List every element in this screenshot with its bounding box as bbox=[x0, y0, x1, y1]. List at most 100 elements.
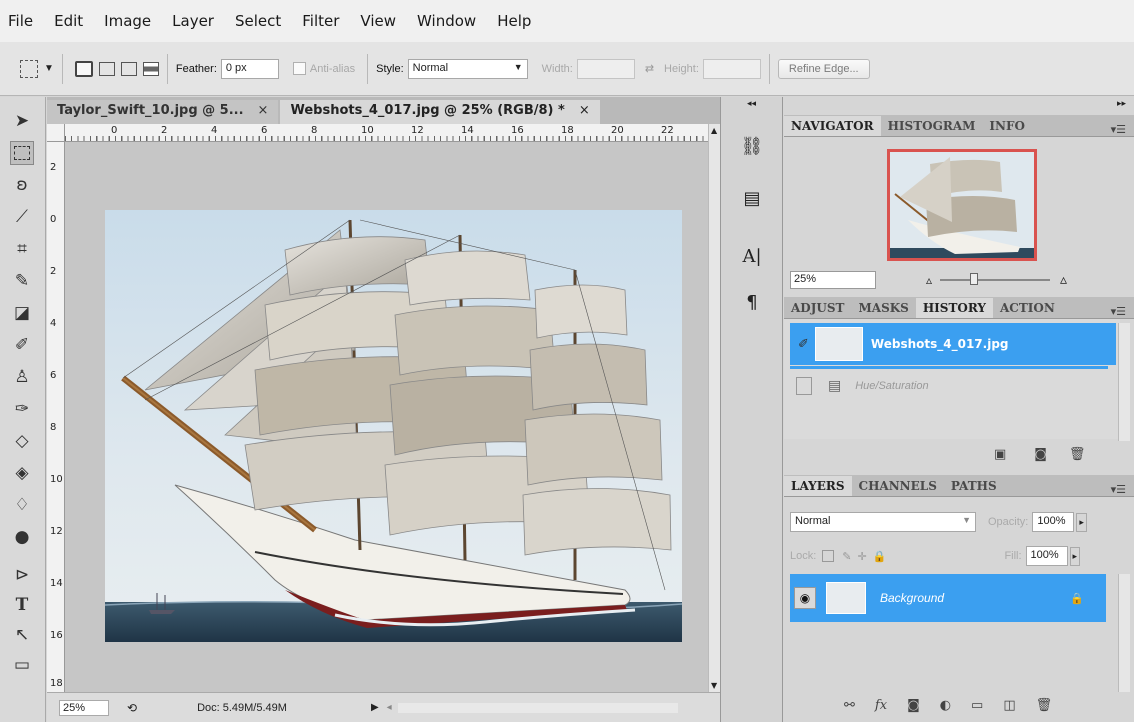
menu-layer[interactable]: Layer bbox=[172, 12, 214, 30]
new-selection-icon[interactable] bbox=[74, 60, 93, 77]
shape-tool-icon[interactable]: ▭ bbox=[10, 653, 34, 677]
fill-slider-arrow-icon[interactable]: ▸ bbox=[1069, 546, 1081, 566]
lasso-tool-icon[interactable]: ʚ bbox=[10, 173, 34, 197]
history-scrollbar[interactable] bbox=[1118, 323, 1130, 441]
lock-all-icon[interactable]: 🔒 bbox=[873, 550, 887, 563]
tab-histogram[interactable]: HISTOGRAM bbox=[881, 116, 983, 136]
tab-navigator[interactable]: NAVIGATOR bbox=[784, 116, 881, 136]
layer-row-background[interactable]: ◉ Background 🔒 bbox=[790, 574, 1106, 622]
canvas-horizontal-scrollbar[interactable] bbox=[397, 702, 678, 713]
navigator-preview[interactable] bbox=[887, 149, 1037, 261]
panel-menu-icon[interactable]: ▾☰ bbox=[1111, 123, 1126, 136]
navigator-zoom-input[interactable]: 25% bbox=[790, 271, 876, 289]
style-select[interactable]: Normal ▼ bbox=[407, 58, 528, 79]
zoom-slider[interactable] bbox=[940, 273, 1051, 285]
link-layers-icon[interactable]: ⚯ bbox=[844, 698, 855, 713]
menu-help[interactable]: Help bbox=[497, 12, 531, 30]
opacity-slider-arrow-icon[interactable]: ▸ bbox=[1076, 512, 1087, 532]
crop-tool-icon[interactable]: ⌗ bbox=[10, 237, 34, 261]
ruler-origin[interactable] bbox=[47, 124, 65, 142]
tab-taylor-swift[interactable]: Taylor_Swift_10.jpg @ 5... × bbox=[47, 100, 279, 124]
subtract-from-selection-icon[interactable] bbox=[120, 61, 137, 76]
new-snapshot-icon[interactable]: ◙ bbox=[1034, 447, 1047, 462]
new-document-from-state-icon[interactable]: ▣ bbox=[994, 447, 1006, 462]
chevron-down-icon[interactable]: ▼ bbox=[44, 63, 54, 74]
height-input[interactable] bbox=[702, 58, 761, 79]
paint-bucket-tool-icon[interactable]: ◈ bbox=[10, 461, 34, 485]
character-icon[interactable]: A| bbox=[739, 243, 765, 269]
tab-webshots[interactable]: Webshots_4_017.jpg @ 25% (RGB/8) * × bbox=[280, 100, 600, 124]
layers-scrollbar[interactable] bbox=[1118, 574, 1130, 692]
history-step[interactable]: ▤ Hue/Saturation bbox=[790, 371, 1116, 401]
blur-tool-icon[interactable]: ♢ bbox=[10, 493, 34, 517]
lock-transparency-icon[interactable] bbox=[822, 550, 835, 562]
tool-presets-icon[interactable]: ⛓ bbox=[739, 133, 765, 159]
layer-comps-icon[interactable]: ▤ bbox=[739, 185, 765, 211]
tab-paths[interactable]: PATHS bbox=[944, 476, 1004, 496]
menu-window[interactable]: Window bbox=[417, 12, 476, 30]
blend-mode-select[interactable]: Normal ▼ bbox=[790, 512, 976, 532]
zoom-slider-thumb[interactable] bbox=[970, 273, 979, 285]
brush-tool-icon[interactable]: ✐ bbox=[10, 333, 34, 357]
clone-stamp-tool-icon[interactable]: ♙ bbox=[10, 365, 34, 389]
tab-adjustments[interactable]: ADJUST bbox=[784, 298, 851, 318]
lock-image-icon[interactable]: ✎ bbox=[842, 550, 851, 563]
history-brush-tool-icon[interactable]: ✑ bbox=[10, 397, 34, 421]
zoom-level[interactable]: 25% bbox=[59, 699, 109, 716]
intersect-selection-icon[interactable] bbox=[142, 61, 159, 76]
tab-info[interactable]: INFO bbox=[982, 116, 1032, 136]
paragraph-icon[interactable]: ¶ bbox=[739, 289, 765, 315]
menu-file[interactable]: File bbox=[8, 12, 33, 30]
menu-edit[interactable]: Edit bbox=[54, 12, 83, 30]
layer-name[interactable]: Background bbox=[880, 591, 944, 605]
close-icon[interactable]: × bbox=[579, 103, 590, 118]
eye-icon[interactable]: ◉ bbox=[794, 587, 816, 609]
healing-brush-tool-icon[interactable]: ◪ bbox=[10, 301, 34, 325]
feather-input[interactable]: 0 px bbox=[220, 58, 279, 79]
pen-tool-icon[interactable]: ⊳ bbox=[10, 563, 34, 587]
menu-select[interactable]: Select bbox=[235, 12, 281, 30]
swap-dimensions-icon[interactable]: ⇄ bbox=[645, 62, 654, 75]
refine-edge-button[interactable]: Refine Edge... bbox=[777, 58, 870, 79]
history-checkbox[interactable] bbox=[796, 377, 812, 395]
menu-filter[interactable]: Filter bbox=[302, 12, 339, 30]
opacity-input[interactable]: 100% bbox=[1032, 512, 1075, 532]
panel-collapse-icon[interactable]: ▸▸ bbox=[1117, 99, 1126, 109]
close-icon[interactable]: × bbox=[258, 103, 269, 118]
panel-menu-icon[interactable]: ▾☰ bbox=[1111, 305, 1126, 318]
type-tool-icon[interactable]: T bbox=[10, 593, 34, 617]
eyedropper-tool-icon[interactable]: ✎ bbox=[10, 269, 34, 293]
tab-masks[interactable]: MASKS bbox=[851, 298, 915, 318]
lock-position-icon[interactable]: ✛ bbox=[858, 550, 867, 563]
add-mask-icon[interactable]: ◙ bbox=[907, 698, 920, 713]
vertical-ruler[interactable]: 2 0 2 4 6 8 10 12 14 16 18 bbox=[47, 142, 65, 692]
status-info-icon[interactable]: ⟲ bbox=[127, 701, 137, 715]
canvas-vertical-scrollbar[interactable]: ▲ ▼ bbox=[708, 124, 720, 692]
dock-collapse-icon[interactable]: ◂◂ bbox=[747, 99, 756, 109]
zoom-in-icon[interactable]: ▵ bbox=[1060, 272, 1067, 288]
add-to-selection-icon[interactable] bbox=[98, 61, 115, 76]
trash-icon[interactable]: 🗑 bbox=[1069, 447, 1086, 462]
layer-style-icon[interactable]: fx bbox=[875, 698, 887, 713]
marquee-tool-icon[interactable] bbox=[10, 141, 34, 165]
ship-photo[interactable] bbox=[105, 210, 682, 642]
scroll-up-icon[interactable]: ▲ bbox=[711, 126, 717, 135]
tab-actions[interactable]: ACTION bbox=[993, 298, 1062, 318]
adjustment-layer-icon[interactable]: ◐ bbox=[940, 698, 951, 713]
history-brush-source-icon[interactable]: ✐ bbox=[798, 337, 809, 352]
canvas-workspace[interactable] bbox=[65, 142, 708, 692]
quick-selection-tool-icon[interactable]: ⟋ bbox=[10, 205, 34, 229]
trash-icon[interactable]: 🗑 bbox=[1036, 698, 1053, 713]
move-tool-icon[interactable]: ➤ bbox=[10, 109, 34, 133]
menu-view[interactable]: View bbox=[360, 12, 396, 30]
eraser-tool-icon[interactable]: ◇ bbox=[10, 429, 34, 453]
tab-layers[interactable]: LAYERS bbox=[784, 476, 852, 496]
horizontal-ruler[interactable]: 0 2 4 6 8 10 12 14 16 18 20 22 bbox=[65, 124, 720, 142]
anti-alias-checkbox[interactable] bbox=[292, 62, 306, 75]
history-snapshot[interactable]: ✐ Webshots_4_017.jpg bbox=[790, 323, 1116, 365]
zoom-out-icon[interactable]: ▵ bbox=[926, 273, 932, 287]
scroll-left-icon[interactable]: ◂ bbox=[387, 702, 392, 713]
width-input[interactable] bbox=[576, 58, 635, 79]
marquee-tool-preset-icon[interactable] bbox=[20, 59, 38, 78]
new-group-icon[interactable]: ▭ bbox=[971, 698, 983, 713]
